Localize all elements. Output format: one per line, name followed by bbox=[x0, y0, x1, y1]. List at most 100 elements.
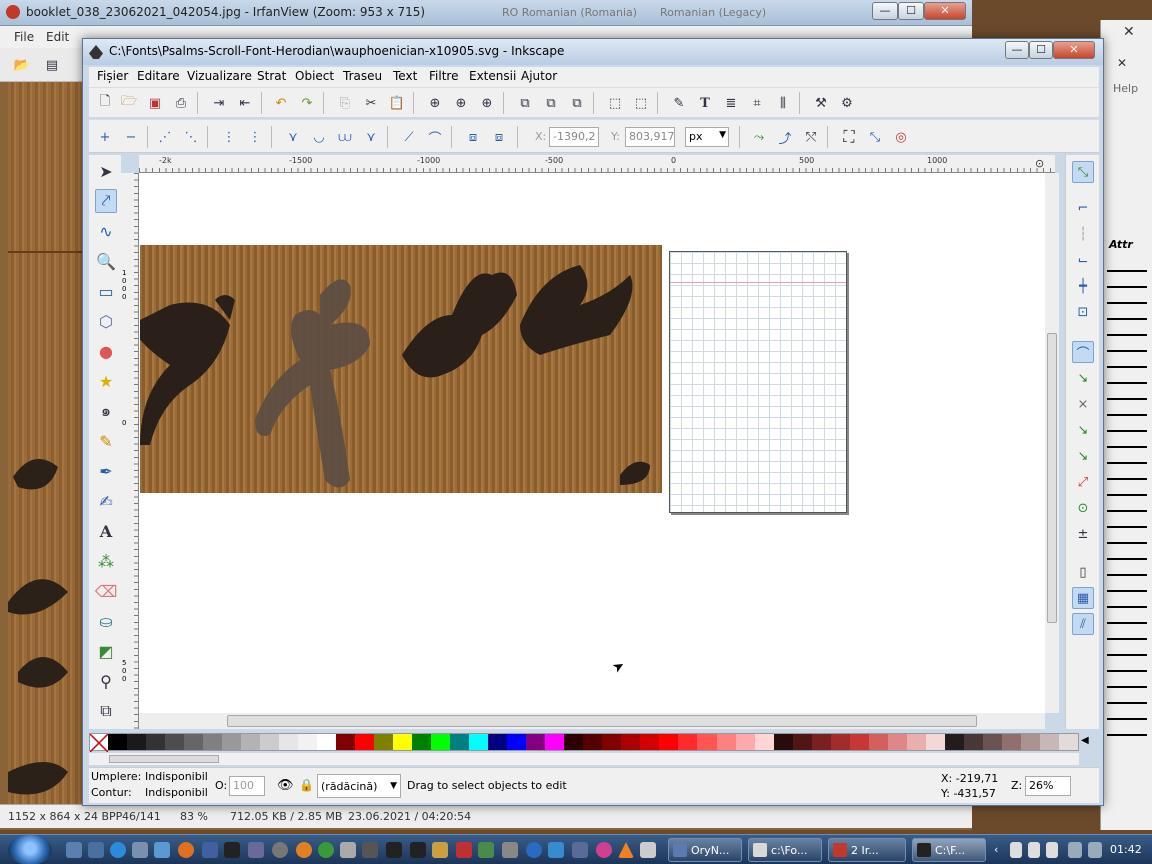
color-swatch[interactable] bbox=[735, 734, 755, 750]
irfanview-menu-file[interactable]: File bbox=[14, 30, 34, 44]
irfanview-minimize-button[interactable]: — bbox=[872, 2, 898, 20]
inkscape-titlebar[interactable]: C:\Fonts\Psalms-Scroll-Font-Herodian\wau… bbox=[83, 39, 1103, 65]
save-icon[interactable]: ▣ bbox=[145, 93, 165, 113]
color-swatch[interactable] bbox=[792, 734, 812, 750]
slideshow-icon[interactable]: ▤ bbox=[42, 55, 62, 75]
keyboard-layout-indicator[interactable]: Romanian (Legacy) bbox=[660, 6, 766, 19]
chrome-icon[interactable] bbox=[318, 842, 334, 858]
pencil-tool-icon[interactable]: ✎ bbox=[95, 429, 117, 453]
export-icon[interactable]: ⇤ bbox=[235, 93, 255, 113]
insert-node-icon[interactable]: + bbox=[95, 127, 115, 147]
color-swatch[interactable] bbox=[1058, 734, 1078, 750]
copy-icon[interactable]: ⎘ bbox=[335, 93, 355, 113]
snap-cusp-icon[interactable]: ↘ bbox=[1072, 419, 1094, 441]
drawing-canvas[interactable]: ➤ bbox=[139, 173, 1045, 713]
quicklaunch-icon[interactable] bbox=[478, 842, 494, 858]
spray-tool-icon[interactable]: ⁂ bbox=[95, 549, 117, 573]
quicklaunch-icon[interactable] bbox=[572, 842, 588, 858]
cut-icon[interactable]: ✂ bbox=[361, 93, 381, 113]
x-coordinate-field[interactable]: -1390,2 bbox=[549, 127, 599, 147]
color-swatch[interactable] bbox=[336, 734, 356, 750]
color-swatch[interactable] bbox=[811, 734, 831, 750]
color-swatch[interactable] bbox=[982, 734, 1002, 750]
system-clock[interactable]: 01:42 bbox=[1110, 843, 1142, 856]
snap-grid-icon[interactable]: ▦ bbox=[1072, 587, 1094, 609]
irfanview-titlebar[interactable]: booklet_038_23062021_042054.jpg - IrfanV… bbox=[0, 0, 972, 26]
quicklaunch-icon[interactable] bbox=[154, 842, 170, 858]
menu-extensii[interactable]: Extensii bbox=[469, 69, 516, 83]
color-swatch[interactable] bbox=[640, 734, 660, 750]
color-swatch[interactable] bbox=[298, 734, 318, 750]
snap-bbox-icon[interactable]: ⌐ bbox=[1072, 197, 1094, 219]
network-icon[interactable] bbox=[1068, 842, 1082, 858]
unit-select[interactable]: px ▼ bbox=[685, 127, 729, 147]
php-icon[interactable] bbox=[272, 842, 288, 858]
menu-traseu[interactable]: Traseu bbox=[343, 69, 382, 83]
snap-path-icon[interactable]: ↘ bbox=[1072, 367, 1094, 389]
transform-handles-icon[interactable]: ⛶ bbox=[839, 127, 859, 147]
irfanview-menu-edit[interactable]: Edit bbox=[46, 30, 69, 44]
quicklaunch-icon[interactable] bbox=[132, 842, 148, 858]
color-swatch[interactable] bbox=[716, 734, 736, 750]
firefox-icon[interactable] bbox=[178, 842, 194, 858]
color-swatch[interactable] bbox=[925, 734, 945, 750]
rectangle-tool-icon[interactable]: ▭ bbox=[95, 279, 117, 303]
join-nodes-icon[interactable]: ⋰ bbox=[155, 127, 175, 147]
color-swatch[interactable] bbox=[488, 734, 508, 750]
stroke-to-path-icon[interactable]: ⧈ bbox=[489, 127, 509, 147]
irfanview-close-button[interactable]: ✕ bbox=[924, 2, 966, 20]
eraser-tool-icon[interactable]: ⌫ bbox=[95, 579, 118, 603]
snap-bbox-center-icon[interactable]: ⊡ bbox=[1072, 301, 1094, 323]
palette-menu-icon[interactable]: ◀ bbox=[1081, 735, 1089, 746]
quicklaunch-icon[interactable] bbox=[640, 842, 656, 858]
menu-obiect[interactable]: Obiect bbox=[295, 69, 334, 83]
color-swatch[interactable] bbox=[355, 734, 375, 750]
opacity-field[interactable]: 100 bbox=[229, 776, 265, 796]
snap-intersection-icon[interactable]: ⨯ bbox=[1072, 393, 1094, 415]
zoom-field[interactable]: 26% bbox=[1025, 776, 1071, 796]
palette-scrollbar[interactable] bbox=[89, 753, 1079, 765]
taskbar-button-folder[interactable]: c:\Fo... bbox=[748, 838, 822, 862]
undo-icon[interactable]: ↶ bbox=[271, 93, 291, 113]
color-swatch[interactable] bbox=[108, 734, 128, 750]
selector-tool-icon[interactable]: ➤ bbox=[95, 159, 117, 183]
taskbar-button-oryn[interactable]: OryN... bbox=[668, 838, 742, 862]
quicklaunch-icon[interactable] bbox=[88, 842, 104, 858]
color-swatch[interactable] bbox=[222, 734, 242, 750]
delete-node-icon[interactable]: − bbox=[121, 127, 141, 147]
color-swatch[interactable] bbox=[1039, 734, 1059, 750]
import-icon[interactable]: ⇥ bbox=[209, 93, 229, 113]
command-prompt-icon[interactable] bbox=[224, 842, 240, 858]
text-font-icon[interactable]: T bbox=[695, 93, 715, 113]
node-tool-icon[interactable]: ⤤ bbox=[95, 189, 117, 213]
color-swatch[interactable] bbox=[659, 734, 679, 750]
color-swatch[interactable] bbox=[906, 734, 926, 750]
hide-layer-icon[interactable]: 👁 bbox=[277, 778, 294, 793]
cusp-node-icon[interactable]: ⋎ bbox=[283, 127, 303, 147]
menu-text[interactable]: Text bbox=[393, 69, 417, 83]
next-path-effect-icon[interactable]: ⤳ bbox=[749, 127, 769, 147]
inkscape-quicklaunch-icon[interactable] bbox=[410, 842, 426, 858]
bucket-tool-icon[interactable]: ⛀ bbox=[95, 609, 117, 633]
layer-select[interactable]: (rădăcină) ▼ bbox=[317, 774, 401, 798]
quicklaunch-icon[interactable] bbox=[386, 842, 402, 858]
irfanview-maximize-button[interactable]: ☐ bbox=[898, 2, 924, 20]
color-swatch[interactable] bbox=[412, 734, 432, 750]
quicklaunch-icon[interactable] bbox=[202, 842, 218, 858]
ungroup-icon[interactable]: ⬚ bbox=[631, 93, 651, 113]
horizontal-ruler[interactable]: -2k -1500 -1000 -500 0 500 1000 ⊙ bbox=[139, 155, 1055, 173]
quicklaunch-icon[interactable] bbox=[596, 842, 612, 858]
color-swatch[interactable] bbox=[450, 734, 470, 750]
color-swatch[interactable] bbox=[1001, 734, 1021, 750]
inkscape-close-button[interactable]: ✕ bbox=[1053, 41, 1095, 59]
duplicate-icon[interactable]: ⧉ bbox=[515, 93, 535, 113]
start-button[interactable] bbox=[8, 835, 52, 864]
tweak-tool-icon[interactable]: ∿ bbox=[95, 219, 117, 243]
star-tool-icon[interactable]: ★ bbox=[95, 369, 117, 393]
new-document-icon[interactable]: 🗋 bbox=[95, 93, 115, 113]
vertical-scroll-thumb[interactable] bbox=[1047, 333, 1057, 623]
color-swatch[interactable] bbox=[526, 734, 546, 750]
horizontal-scrollbar[interactable] bbox=[139, 713, 1045, 729]
tray-icon[interactable] bbox=[1046, 842, 1058, 858]
menu-strat[interactable]: Strat bbox=[257, 69, 286, 83]
